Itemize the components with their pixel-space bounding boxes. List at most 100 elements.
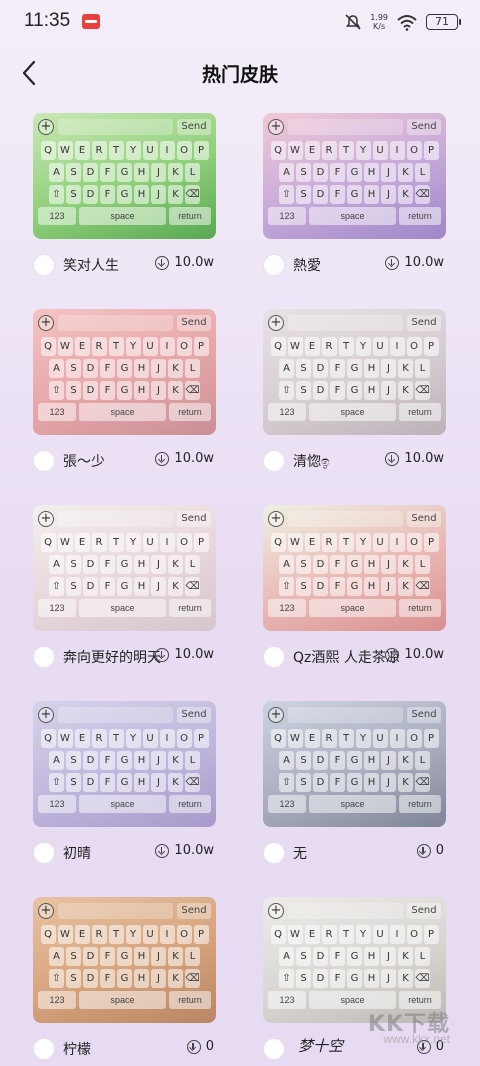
key: ⇧ [49, 773, 64, 792]
key: K [168, 947, 183, 966]
space-key: space [309, 207, 396, 225]
keyboard-preview[interactable]: + Send Q W E R T Y U I O P A S D F G H J K L ⇧ S D F G H J K ⌫ 123 spac… [33, 309, 216, 435]
skin-meta: 初晴 10.0w [33, 835, 216, 871]
avatar[interactable] [263, 646, 285, 668]
key: A [49, 947, 64, 966]
key: D [313, 359, 328, 378]
key: K [398, 185, 413, 204]
avatar[interactable] [33, 254, 55, 276]
key: H [134, 947, 149, 966]
key-row-bottom: 123 space return [268, 599, 441, 617]
key: W [287, 925, 303, 944]
key-row-bottom: 123 space return [38, 795, 211, 813]
skin-card[interactable]: + Send Q W E R T Y U I O P A S D F G H J K L ⇧ S D F G H J K ⌫ 123 spac… [263, 701, 446, 871]
avatar[interactable] [33, 646, 55, 668]
key-row: ⇧ S D F G H J K ⌫ [268, 773, 441, 792]
key: ⌫ [185, 969, 200, 988]
keyboard-preview[interactable]: + Send Q W E R T Y U I O P A S D F G H J K L ⇧ S D F G H J K ⌫ 123 spac… [263, 897, 446, 1023]
author-name: 柠檬 [63, 1042, 91, 1058]
key: H [364, 969, 379, 988]
key: R [321, 925, 337, 944]
avatar[interactable] [263, 450, 285, 472]
key: G [347, 751, 362, 770]
key: H [134, 163, 149, 182]
key: Y [125, 533, 141, 552]
key: K [398, 751, 413, 770]
keyboard-preview[interactable]: + Send Q W E R T Y U I O P A S D F G H J K L ⇧ S D F G H J K ⌫ 123 spac… [33, 897, 216, 1023]
key: F [100, 773, 115, 792]
plus-icon: + [268, 511, 284, 527]
key: H [364, 751, 379, 770]
key: D [313, 577, 328, 596]
key: U [372, 925, 388, 944]
key: L [185, 163, 200, 182]
download-icon [186, 1039, 201, 1054]
key-row: ASDFGHJKL [38, 555, 211, 574]
key: ⇧ [279, 577, 294, 596]
avatar[interactable] [263, 254, 285, 276]
avatar[interactable] [263, 1038, 285, 1060]
space-key: space [309, 599, 396, 617]
skin-card[interactable]: + Send Q W E R T Y U I O P A S D F G H J K L ⇧ S D F G H J K ⌫ 123 spac… [263, 113, 446, 283]
key: F [330, 947, 345, 966]
key: K [398, 381, 413, 400]
return-key: return [169, 795, 211, 813]
skin-meta: 張～少 10.0w [33, 443, 216, 479]
skin-meta: 清惚ඉ 10.0w [263, 443, 446, 479]
key: O [176, 729, 192, 748]
avatar[interactable] [33, 450, 55, 472]
skin-card[interactable]: + Send Q W E R T Y U I O P A S D F G H J K L ⇧ S D F G H J K ⌫ 123 spac… [33, 309, 216, 479]
key: T [108, 729, 124, 748]
candidate-bar [58, 315, 173, 331]
keyboard-preview[interactable]: + Send Q W E R T Y U I O P A S D F G H J K L ⇧ S D F G H J K ⌫ 123 spac… [263, 505, 446, 631]
key: F [330, 751, 345, 770]
skin-card[interactable]: + Send Q W E R T Y U I O P A S D F G H J K L ⇧ S D F G H J K ⌫ 123 spac… [33, 113, 216, 283]
return-key: return [399, 207, 441, 225]
keyboard-preview[interactable]: + Send Q W E R T Y U I O P A S D F G H J K L ⇧ S D F G H J K ⌫ 123 spac… [263, 701, 446, 827]
author-name: 清惚ඉ [293, 454, 330, 470]
download-icon [385, 255, 400, 270]
avatar[interactable] [263, 842, 285, 864]
key: F [330, 577, 345, 596]
key: J [151, 577, 166, 596]
key: O [176, 925, 192, 944]
skin-card[interactable]: + Send Q W E R T Y U I O P A S D F G H J K L ⇧ S D F G H J K ⌫ 123 spac… [33, 701, 216, 871]
key-row-bottom: 123 space return [38, 207, 211, 225]
skin-meta: 柠檬 0 [33, 1031, 216, 1066]
key: R [321, 533, 337, 552]
avatar[interactable] [33, 1038, 55, 1060]
avatar[interactable] [33, 842, 55, 864]
battery-icon: 71 [426, 14, 461, 30]
keyboard-preview[interactable]: + Send Q W E R T Y U I O P A S D F G H J K L ⇧ S D F G H J K ⌫ 123 spac… [33, 701, 216, 827]
key: F [100, 555, 115, 574]
key: K [168, 359, 183, 378]
key: U [142, 337, 158, 356]
space-key: space [79, 795, 166, 813]
key: S [66, 555, 81, 574]
key: G [117, 773, 132, 792]
key: S [296, 163, 311, 182]
key: J [381, 359, 396, 378]
keyboard-preview[interactable]: + Send Q W E R T Y U I O P A S D F G H J K L ⇧ S D F G H J K ⌫ 123 spac… [33, 505, 216, 631]
space-key: space [79, 207, 166, 225]
key: E [74, 337, 90, 356]
keyboard-preview[interactable]: + Send Q W E R T Y U I O P A S D F G H J K L ⇧ S D F G H J K ⌫ 123 spac… [263, 113, 446, 239]
skin-card[interactable]: + Send Q W E R T Y U I O P A S D F G H J K L ⇧ S D F G H J K ⌫ 123 spac… [33, 505, 216, 675]
key: L [185, 359, 200, 378]
download-icon [155, 451, 170, 466]
key: S [296, 947, 311, 966]
key: Q [40, 337, 56, 356]
num-key: 123 [268, 795, 306, 813]
keyboard-preview[interactable]: + Send Q W E R T Y U I O P A S D F G H J K L ⇧ S D F G H J K ⌫ 123 spac… [263, 309, 446, 435]
key: H [134, 969, 149, 988]
skin-card[interactable]: + Send Q W E R T Y U I O P A S D F G H J K L ⇧ S D F G H J K ⌫ 123 spac… [263, 309, 446, 479]
keyboard-preview[interactable]: + Send Q W E R T Y U I O P A S D F G H J K L ⇧ S D F G H J K ⌫ 123 spac… [33, 113, 216, 239]
candidate-bar [58, 903, 173, 919]
skin-card[interactable]: + Send Q W E R T Y U I O P A S D F G H J K L ⇧ S D F G H J K ⌫ 123 spac… [263, 505, 446, 675]
key: ⇧ [279, 185, 294, 204]
status-icons: 1.99 K/s 71 [344, 11, 461, 33]
skin-card[interactable]: + Send Q W E R T Y U I O P A S D F G H J K L ⇧ S D F G H J K ⌫ 123 spac… [33, 897, 216, 1066]
space-key: space [79, 403, 166, 421]
key: A [279, 359, 294, 378]
key: U [142, 141, 158, 160]
